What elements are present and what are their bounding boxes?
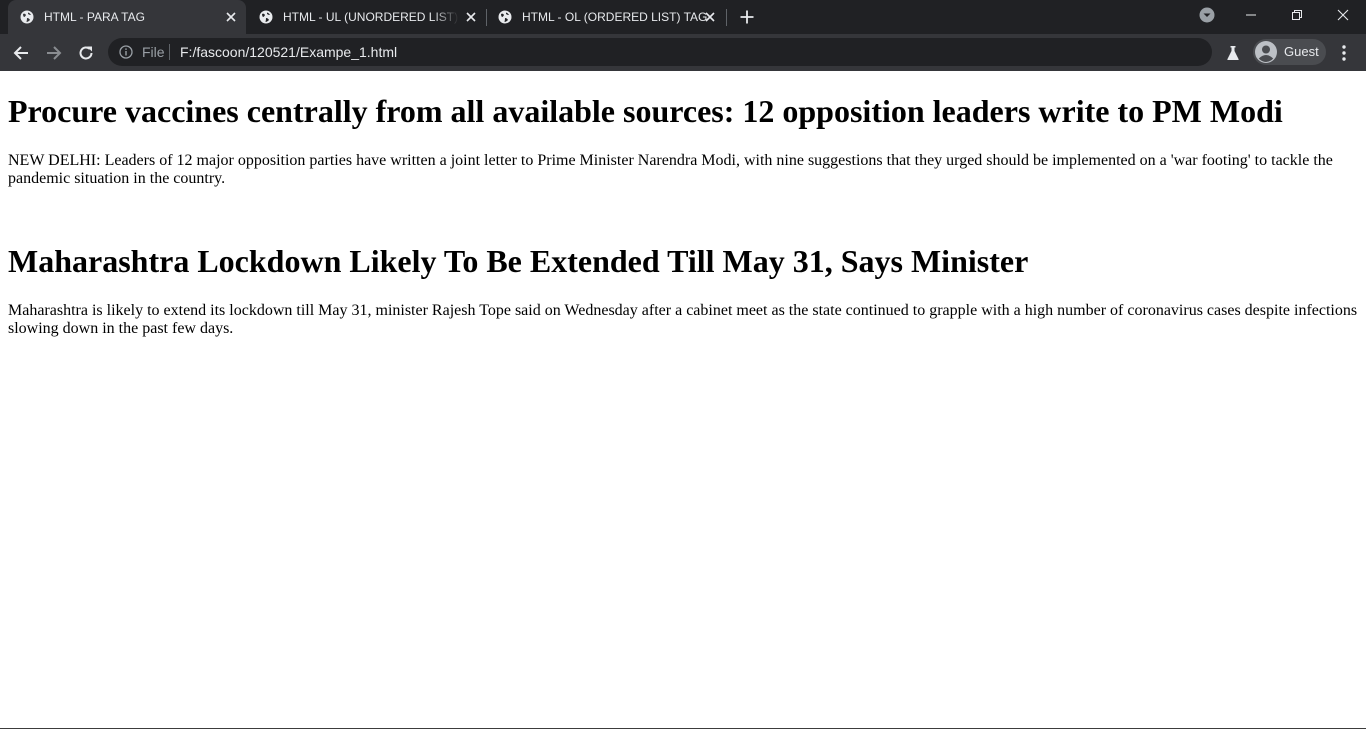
info-icon[interactable] [119,45,133,59]
globe-icon [498,10,512,24]
article-heading: Procure vaccines centrally from all avai… [8,93,1283,129]
omnibox-divider [169,44,170,60]
new-tab-button[interactable] [737,7,757,27]
close-icon[interactable] [703,10,717,24]
reload-icon [79,46,93,60]
profile-name: Guest [1284,44,1319,59]
browser-toolbar: File F:/fascoon/120521/Exampe_1.html Gue… [0,34,1366,71]
article-heading: Maharashtra Lockdown Likely To Be Extend… [8,243,1029,279]
tab-title: HTML - PARA TAG [44,10,145,24]
article-paragraph: Maharashtra is likely to extend its lock… [8,302,1358,337]
reload-button[interactable] [74,41,98,65]
flask-icon[interactable] [1224,44,1242,62]
close-icon [1337,9,1349,21]
page-content: Procure vaccines centrally from all avai… [0,71,1366,728]
menu-button[interactable] [1334,43,1354,63]
tab-title: HTML - UL (UNORDERED LIST) TAG [283,10,459,24]
kebab-menu-icon [1342,45,1346,61]
restore-icon [1292,10,1302,20]
tab-para-tag[interactable]: HTML - PARA TAG [8,0,246,34]
minimize-button[interactable] [1228,0,1274,30]
close-icon[interactable] [224,10,238,24]
tab-ul-tag[interactable]: HTML - UL (UNORDERED LIST) TAG [247,0,486,34]
tab-separator [726,9,727,26]
globe-icon [259,10,273,24]
forward-button[interactable] [42,41,66,65]
back-button[interactable] [9,41,33,65]
scheme-label: File [142,44,165,60]
restore-button[interactable] [1274,0,1320,30]
tab-search-button[interactable] [1184,0,1230,30]
profile-button[interactable]: Guest [1253,39,1326,65]
article-paragraph: NEW DELHI: Leaders of 12 major oppositio… [8,152,1333,187]
avatar-icon [1255,41,1277,63]
address-bar[interactable]: File F:/fascoon/120521/Exampe_1.html [108,38,1212,66]
plus-icon [740,10,754,24]
chevron-down-circle-icon [1199,7,1215,23]
url-text[interactable]: F:/fascoon/120521/Exampe_1.html [180,45,397,59]
close-icon[interactable] [464,10,478,24]
arrow-left-icon [13,46,28,60]
globe-icon [20,10,34,24]
tab-strip: HTML - PARA TAG HTML - UL (UNORDERED LIS… [0,0,1366,34]
arrow-right-icon [47,46,62,60]
minimize-icon [1246,14,1256,16]
close-window-button[interactable] [1320,0,1366,30]
tab-ol-tag[interactable]: HTML - OL (ORDERED LIST) TAG [486,0,725,34]
tab-title: HTML - OL (ORDERED LIST) TAG [522,10,708,24]
